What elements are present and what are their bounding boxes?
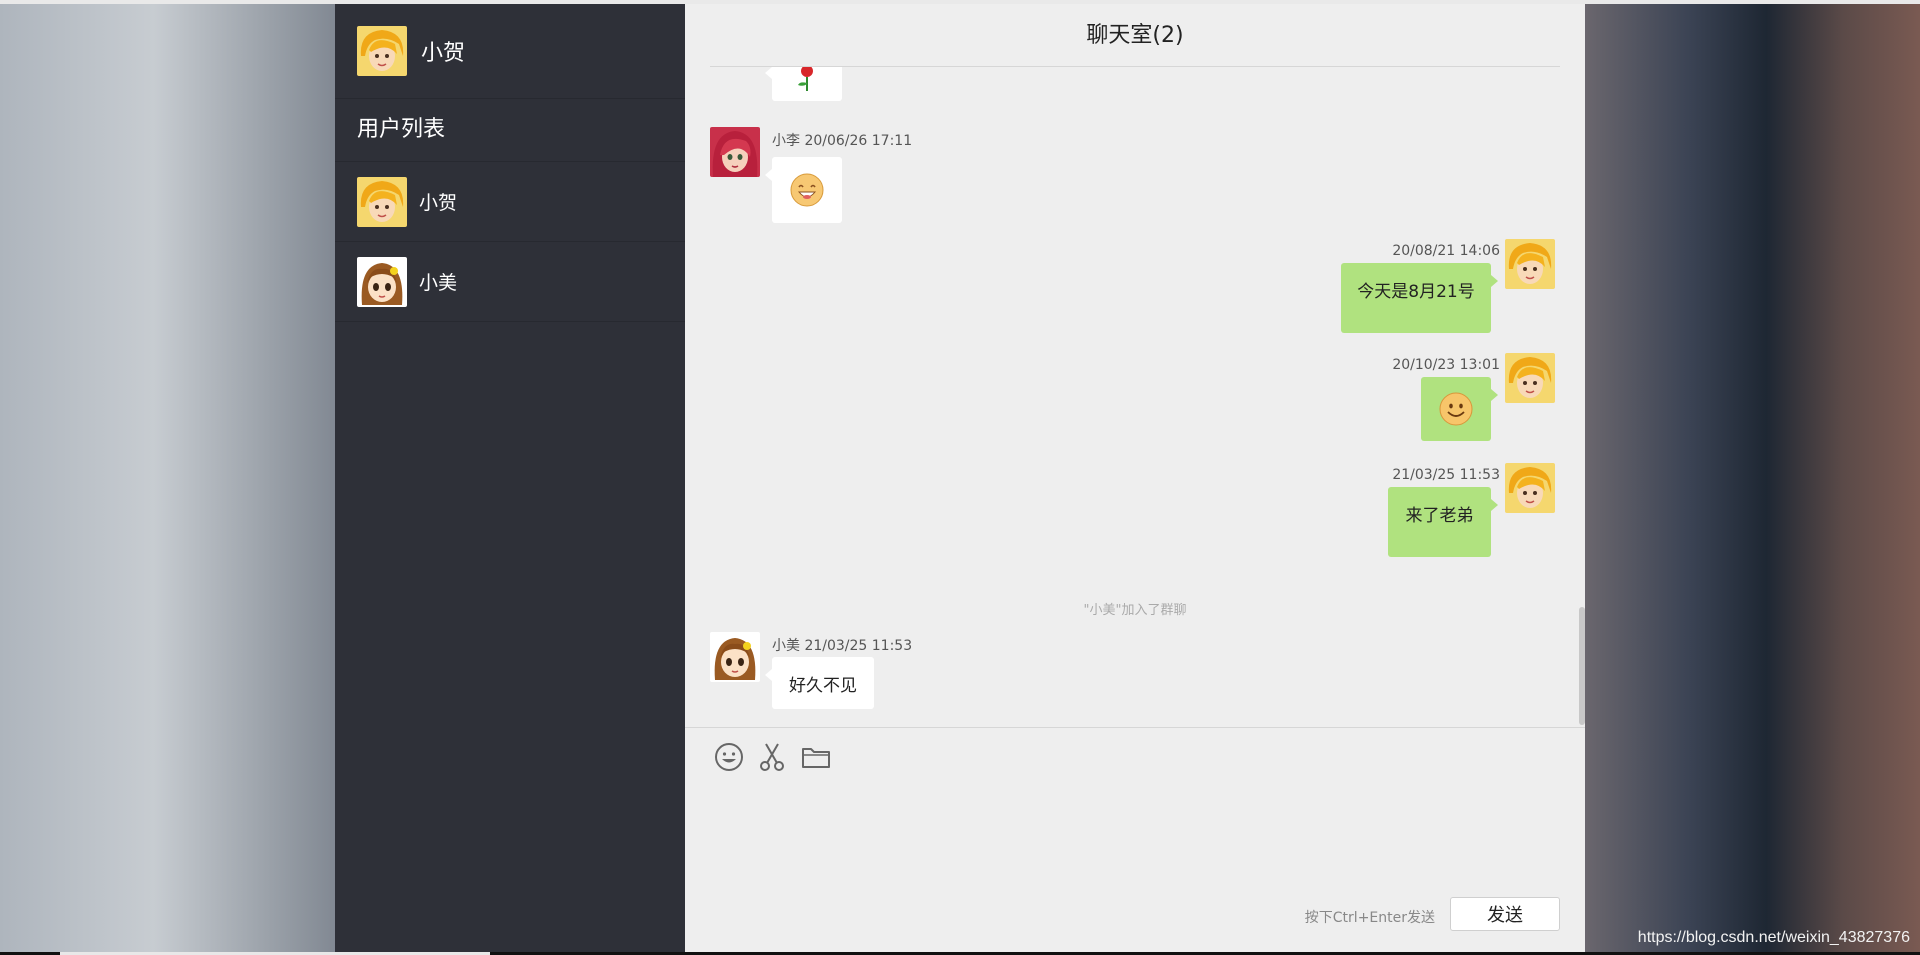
chat-panel: 聊天室(2) 小李 20/06/26 17:11 20/08/21 14:06 <box>685 4 1585 952</box>
send-hint: 按下Ctrl+Enter发送 <box>1304 910 1435 926</box>
message-text: 来了老弟 <box>1405 506 1474 526</box>
message-text: 好久不见 <box>789 675 857 696</box>
watermark: https://blog.csdn.net/weixin_43827376 <box>1637 929 1910 946</box>
message-bubble <box>765 157 842 223</box>
message-bubble: 好久不见 <box>765 657 874 709</box>
send-button[interactable]: 发送 <box>1450 897 1560 931</box>
message-bubble: 来了老弟 <box>1388 487 1498 557</box>
sender-avatar <box>710 127 760 177</box>
message-meta: 小美 21/03/25 11:53 <box>772 638 913 654</box>
smile-face-icon <box>1439 392 1473 426</box>
user-list-item[interactable]: 小美 <box>335 242 685 322</box>
grin-face-icon <box>790 173 824 207</box>
rose-icon <box>798 67 813 91</box>
message-list[interactable]: 小李 20/06/26 17:11 20/08/21 14:06 今天是8月21… <box>685 67 1585 727</box>
chat-app: 小贺 用户列表 小贺 小美 聊天室(2) 小李 20/06/26 17:11 2… <box>335 4 1585 952</box>
message-bubble: 今天是8月21号 <box>1341 263 1498 333</box>
message-bubble <box>1421 377 1498 441</box>
user-list-item[interactable]: 小贺 <box>335 162 685 242</box>
emoji-icon[interactable] <box>712 740 746 774</box>
current-user-avatar <box>357 26 407 76</box>
user-name: 小贺 <box>419 192 458 214</box>
current-user: 小贺 <box>335 4 685 99</box>
user-avatar <box>357 256 407 307</box>
sender-avatar <box>1505 239 1555 289</box>
message-meta: 小李 20/06/26 17:11 <box>772 133 913 149</box>
user-avatar <box>357 176 407 227</box>
chat-title: 聊天室(2) <box>710 4 1560 67</box>
composer-toolbar <box>685 727 1585 788</box>
message-input[interactable] <box>710 789 1560 889</box>
folder-icon[interactable] <box>799 740 833 774</box>
system-notice: "小美"加入了群聊 <box>1083 603 1187 618</box>
current-user-name: 小贺 <box>421 41 466 66</box>
sender-avatar <box>1505 353 1555 403</box>
message-meta: 20/10/23 13:01 <box>1392 357 1500 373</box>
message-bubble <box>765 67 842 101</box>
message-text: 今天是8月21号 <box>1357 282 1475 302</box>
user-name: 小美 <box>419 272 458 294</box>
sender-avatar <box>1505 463 1555 513</box>
sidebar: 小贺 用户列表 小贺 小美 <box>335 4 685 952</box>
sender-avatar <box>710 632 760 682</box>
message-meta: 20/08/21 14:06 <box>1392 243 1500 259</box>
message-meta: 21/03/25 11:53 <box>1392 467 1500 483</box>
user-list-title: 用户列表 <box>335 99 685 162</box>
scissors-icon[interactable] <box>755 740 789 774</box>
message-scrollbar[interactable] <box>1579 607 1585 725</box>
